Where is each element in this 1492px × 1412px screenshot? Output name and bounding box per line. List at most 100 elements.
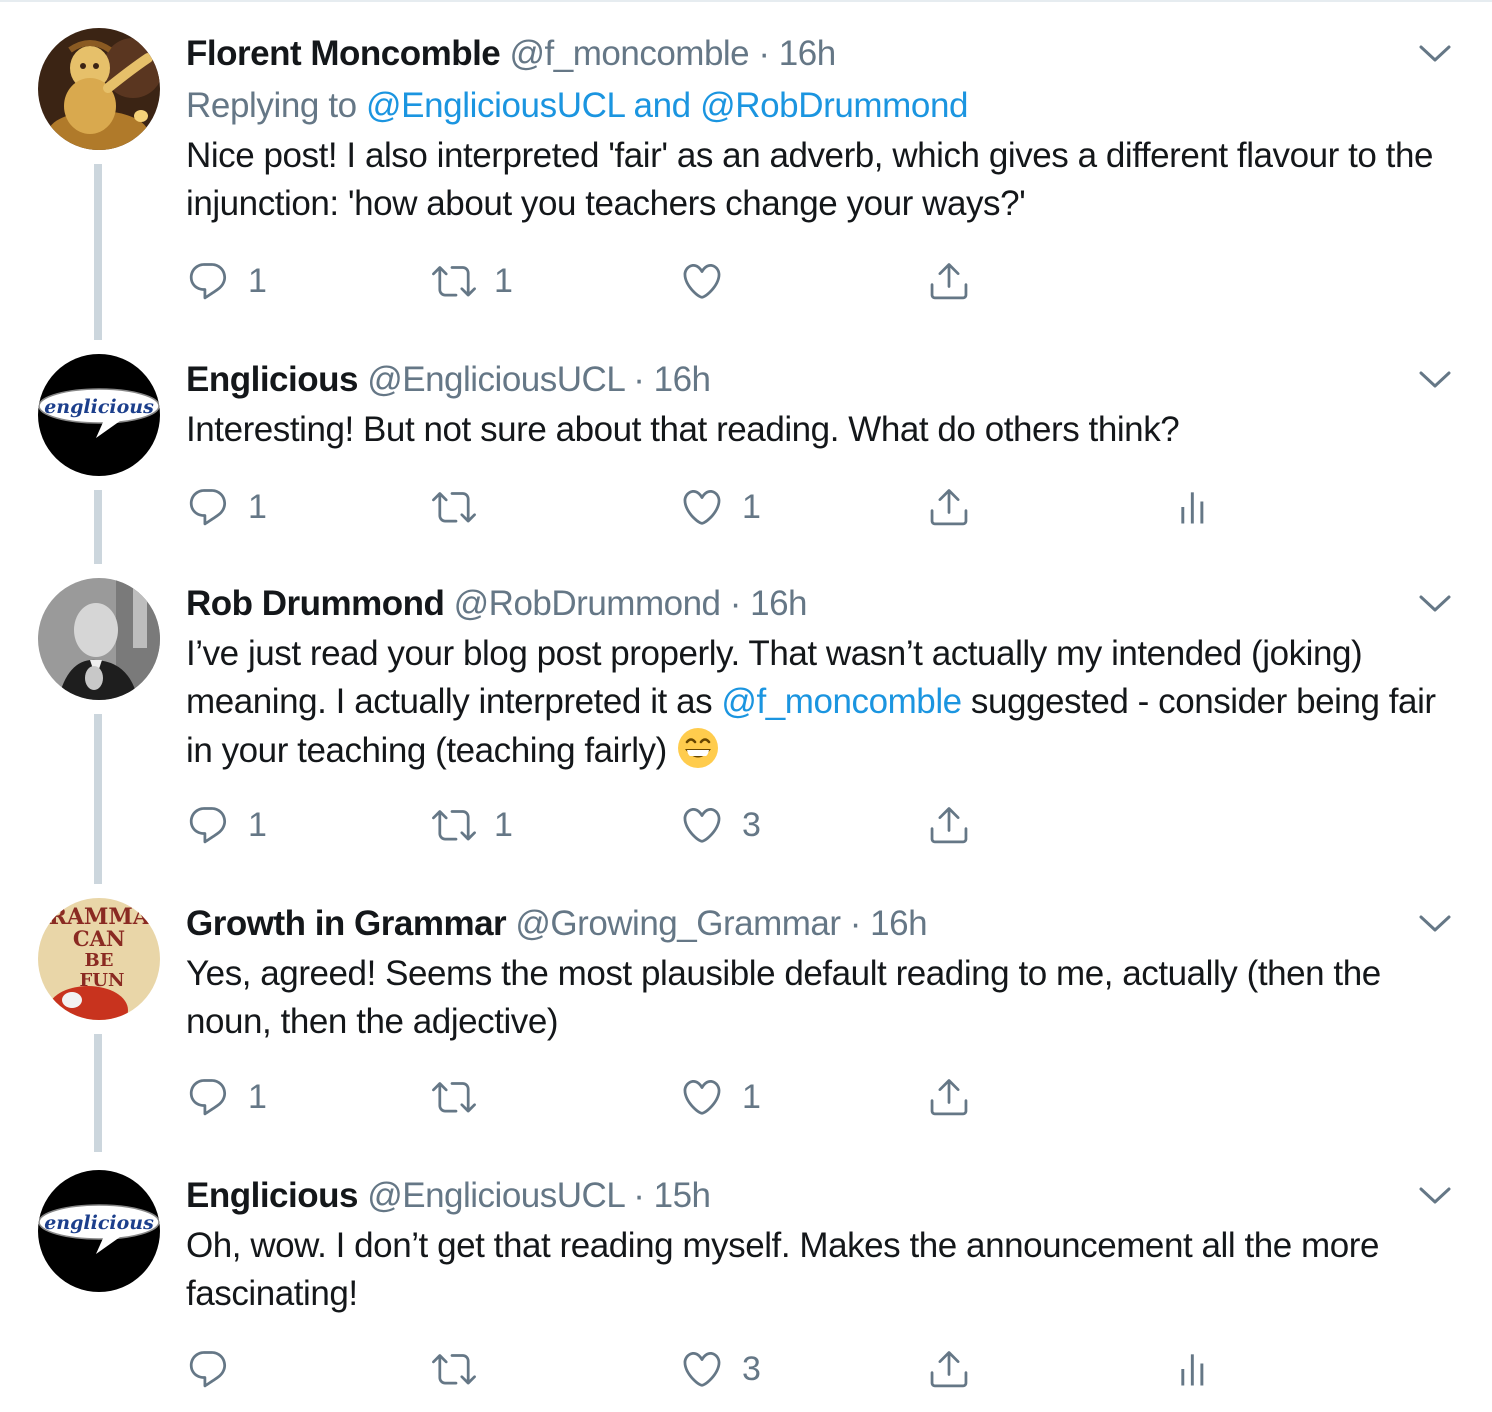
- reply-mention-robdrummond[interactable]: @RobDrummond: [700, 86, 968, 125]
- caret-down-icon[interactable]: [1418, 42, 1452, 66]
- like-button[interactable]: [680, 254, 742, 308]
- mention-f-moncomble[interactable]: @f_moncomble: [721, 682, 962, 721]
- reply-and[interactable]: and: [634, 86, 692, 125]
- timestamp[interactable]: 15h: [654, 1176, 711, 1215]
- share-button[interactable]: [927, 1070, 971, 1124]
- retweet-button[interactable]: [432, 1342, 494, 1396]
- timestamp[interactable]: 16h: [654, 360, 711, 399]
- username[interactable]: @RobDrummond: [454, 584, 721, 623]
- avatar-growth-in-grammar[interactable]: GRAMMAR CAN BE FUN: [38, 898, 160, 1020]
- reply-icon: [186, 259, 230, 303]
- reply-button[interactable]: 1: [186, 798, 267, 852]
- thread-line: [94, 1034, 102, 1152]
- tweet-actions: 1 1: [186, 254, 1286, 308]
- tweet-text: Nice post! I also interpreted 'fair' as …: [186, 136, 1433, 223]
- tweet-header: Growth in Grammar @Growing_Grammar · 16h: [186, 898, 1438, 950]
- avatar-englicious[interactable]: englicious: [38, 1170, 160, 1292]
- reply-icon: [186, 1075, 230, 1119]
- display-name[interactable]: Englicious: [186, 1176, 358, 1215]
- timestamp[interactable]: 16h: [870, 904, 927, 943]
- retweet-button[interactable]: 1: [432, 798, 513, 852]
- avatar-logo-text: englicious: [44, 1212, 154, 1234]
- tweet-header: Englicious @EngliciousUCL · 15h: [186, 1170, 1438, 1222]
- timestamp[interactable]: 16h: [779, 34, 836, 73]
- share-button[interactable]: [927, 254, 971, 308]
- share-icon: [927, 803, 971, 847]
- retweet-icon: [432, 1347, 476, 1391]
- thread-line: [94, 164, 102, 340]
- separator-dot: ·: [729, 584, 742, 623]
- share-button[interactable]: [927, 1342, 971, 1396]
- caret-down-icon[interactable]: [1418, 1184, 1452, 1208]
- reply-icon: [186, 485, 230, 529]
- timestamp[interactable]: 16h: [750, 584, 807, 623]
- share-button[interactable]: [927, 798, 971, 852]
- grinning-face-emoji: [676, 726, 720, 783]
- username[interactable]: @Growing_Grammar: [515, 904, 841, 943]
- analytics-icon: [1174, 485, 1218, 529]
- retweet-icon: [432, 485, 476, 529]
- retweet-icon: [432, 803, 476, 847]
- caret-down-icon[interactable]: [1418, 592, 1452, 616]
- share-icon: [927, 1075, 971, 1119]
- like-button[interactable]: 3: [680, 798, 761, 852]
- share-button[interactable]: [927, 480, 971, 534]
- tweet-text: I’ve just read your blog post properly. …: [186, 630, 1438, 783]
- tweet-actions: 1 1: [186, 1070, 1286, 1124]
- username[interactable]: @EngliciousUCL: [367, 1176, 624, 1215]
- tweet-text: Yes, agreed! Seems the most plausible de…: [186, 954, 1381, 1041]
- caret-down-icon[interactable]: [1418, 368, 1452, 392]
- reply-mention-englicious[interactable]: @EngliciousUCL: [366, 86, 625, 125]
- reply-button[interactable]: 1: [186, 1070, 267, 1124]
- separator-dot: ·: [849, 904, 862, 943]
- retweet-button[interactable]: 1: [432, 254, 513, 308]
- like-button[interactable]: 1: [680, 480, 761, 534]
- reply-count: 1: [248, 487, 267, 526]
- analytics-button[interactable]: [1174, 480, 1218, 534]
- separator-dot: ·: [633, 360, 645, 399]
- username[interactable]: @EngliciousUCL: [367, 360, 624, 399]
- reply-button[interactable]: [186, 1342, 248, 1396]
- like-count: 1: [742, 487, 761, 526]
- avatar-robdrummond[interactable]: [38, 578, 160, 700]
- retweet-icon: [432, 1075, 476, 1119]
- retweet-button[interactable]: [432, 480, 494, 534]
- like-button[interactable]: 3: [680, 1342, 761, 1396]
- like-icon: [680, 259, 724, 303]
- reply-button[interactable]: 1: [186, 254, 267, 308]
- reply-count: 1: [248, 261, 267, 300]
- share-icon: [927, 1347, 971, 1391]
- tweet-text: Interesting! But not sure about that rea…: [186, 410, 1180, 449]
- reply-count: 1: [248, 805, 267, 844]
- separator-dot: ·: [758, 34, 770, 73]
- share-icon: [927, 485, 971, 529]
- analytics-button[interactable]: [1174, 1342, 1218, 1396]
- separator-dot: ·: [633, 1176, 645, 1215]
- reply-icon: [186, 803, 230, 847]
- tweet-actions: 1 1 3: [186, 798, 1286, 852]
- avatar-englicious[interactable]: englicious: [38, 354, 160, 476]
- display-name[interactable]: Rob Drummond: [186, 584, 445, 623]
- like-button[interactable]: 1: [680, 1070, 761, 1124]
- like-icon: [680, 1347, 724, 1391]
- avatar-florent[interactable]: [38, 28, 160, 150]
- reply-count: 1: [248, 1077, 267, 1116]
- display-name[interactable]: Englicious: [186, 360, 358, 399]
- caret-down-icon[interactable]: [1418, 912, 1452, 936]
- display-name[interactable]: Florent Moncomble: [186, 34, 501, 73]
- like-icon: [680, 485, 724, 529]
- like-count: 1: [742, 1077, 761, 1116]
- share-icon: [927, 259, 971, 303]
- retweet-button[interactable]: [432, 1070, 494, 1124]
- tweet-header: Englicious @EngliciousUCL · 16h: [186, 354, 1438, 406]
- analytics-icon: [1174, 1347, 1218, 1391]
- avatar-logo-text: englicious: [44, 396, 154, 418]
- username[interactable]: @f_moncomble: [510, 34, 750, 73]
- avatar-line-3: BE: [85, 950, 114, 971]
- reply-button[interactable]: 1: [186, 480, 267, 534]
- tweet-header: Florent Moncomble @f_moncomble · 16h: [186, 28, 1438, 80]
- display-name[interactable]: Growth in Grammar: [186, 904, 507, 943]
- tweet-header: Rob Drummond @RobDrummond · 16h: [186, 578, 1438, 630]
- replying-to: Replying to @EngliciousUCL and @RobDrumm…: [186, 80, 1438, 132]
- avatar-line-2: CAN: [73, 926, 125, 951]
